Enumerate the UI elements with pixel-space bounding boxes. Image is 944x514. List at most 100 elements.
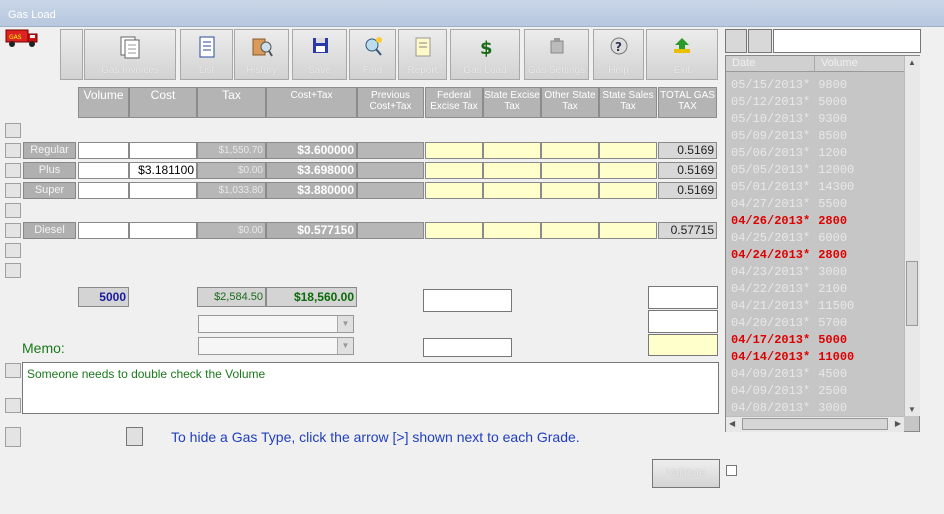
list-nav-button[interactable]	[725, 29, 747, 53]
row-selector[interactable]	[5, 183, 21, 198]
gas-settings-button[interactable]: Gas Settings	[524, 29, 589, 80]
list-item[interactable]: 04/09/2013* 4500	[731, 366, 847, 383]
scroll-up-icon[interactable]: ▲	[908, 58, 916, 67]
list-item[interactable]: 05/06/2013* 1200	[731, 145, 847, 162]
history-list[interactable]: Date Volume 05/15/2013* 9800 05/12/2013* 50…	[725, 55, 920, 432]
scroll-thumb[interactable]	[906, 261, 918, 326]
account-dropdown[interactable]: ▼	[198, 337, 354, 355]
regular-volume-input[interactable]	[78, 142, 129, 159]
memo-selector-2[interactable]	[5, 398, 21, 413]
row-selector[interactable]	[5, 163, 21, 178]
report-button[interactable]: Report	[398, 29, 447, 80]
super-cost-input[interactable]	[129, 182, 197, 199]
exit-icon	[674, 38, 690, 53]
grade-regular-label[interactable]: Regular	[23, 142, 76, 159]
list-item[interactable]: 04/17/2013* 5000	[731, 332, 847, 349]
regular-state-excise[interactable]	[483, 142, 541, 159]
toolbar-small-button[interactable]	[60, 29, 83, 80]
validate-checkbox[interactable]	[726, 465, 737, 476]
list-header-volume[interactable]: Volume	[814, 56, 904, 72]
list-item[interactable]: 05/15/2013* 9800	[731, 77, 847, 94]
super-other-state[interactable]	[541, 182, 599, 199]
memo-selector[interactable]	[5, 363, 21, 378]
find-button[interactable]: Find	[349, 29, 396, 80]
list-item[interactable]: 04/23/2013* 3000	[731, 264, 847, 281]
diesel-state-excise[interactable]	[483, 222, 541, 239]
gas-invoices-button[interactable]: Gas Invoices	[84, 29, 176, 80]
grade-super-label[interactable]: Super	[23, 182, 76, 199]
list-item[interactable]: 04/26/2013* 2800	[731, 213, 847, 230]
list-item[interactable]: 05/12/2013* 5000	[731, 94, 847, 111]
h-scroll-thumb[interactable]	[742, 418, 888, 430]
list-item[interactable]: 04/20/2013* 5700	[731, 315, 847, 332]
chevron-down-icon: ▼	[337, 338, 353, 354]
regular-federal[interactable]	[425, 142, 483, 159]
scroll-left-icon[interactable]: ◀	[729, 419, 735, 428]
row-selector[interactable]	[5, 143, 21, 158]
history-button[interactable]: History	[234, 29, 289, 80]
gas-settings-label: Gas Settings	[527, 65, 586, 76]
scroll-right-icon[interactable]: ▶	[895, 419, 901, 428]
list-item[interactable]: 04/08/2013* 3000	[731, 400, 847, 417]
grade-plus-label[interactable]: Plus	[23, 162, 76, 179]
regular-other-state[interactable]	[541, 142, 599, 159]
list-item[interactable]: 04/22/2013* 2100	[731, 281, 847, 298]
exit-button[interactable]: Exit	[646, 29, 718, 80]
list-item[interactable]: 05/09/2013* 8500	[731, 128, 847, 145]
list-header-date[interactable]: Date	[726, 56, 814, 72]
list-search-input[interactable]	[773, 29, 921, 53]
save-button[interactable]: Save	[292, 29, 347, 80]
plus-other-state[interactable]	[541, 162, 599, 179]
regular-state-sales[interactable]	[599, 142, 657, 159]
total-field-mid[interactable]	[423, 289, 512, 312]
row-selector[interactable]	[5, 243, 21, 258]
row-selector[interactable]	[5, 223, 21, 238]
diesel-federal[interactable]	[425, 222, 483, 239]
scroll-down-icon[interactable]: ▼	[908, 405, 916, 414]
hide-toggle-left[interactable]	[5, 427, 21, 447]
arrow-button[interactable]	[126, 427, 143, 446]
grade-diesel-label[interactable]: Diesel	[23, 222, 76, 239]
list-nav-button-2[interactable]	[748, 29, 772, 53]
total-field-right-1[interactable]	[648, 286, 718, 309]
super-volume-input[interactable]	[78, 182, 129, 199]
diesel-state-sales[interactable]	[599, 222, 657, 239]
plus-federal[interactable]	[425, 162, 483, 179]
plus-volume-input[interactable]	[78, 162, 129, 179]
vendor-dropdown[interactable]: ▼	[198, 315, 354, 333]
list-item[interactable]: 05/05/2013* 12000	[731, 162, 854, 179]
diesel-cost-input[interactable]	[129, 222, 197, 239]
history-horizontal-scrollbar[interactable]: ◀ ▶	[726, 416, 904, 432]
list-item[interactable]: 04/24/2013* 2800	[731, 247, 847, 264]
plus-cost-input[interactable]: $3.181100	[129, 162, 197, 179]
list-item[interactable]: 04/14/2013* 11000	[731, 349, 854, 366]
total-field-right-3[interactable]	[648, 334, 718, 356]
list-item[interactable]: 04/09/2013* 2500	[731, 383, 847, 400]
total-field-mid-2[interactable]	[423, 338, 512, 357]
gas-load-button[interactable]: $ Gas Load	[450, 29, 520, 80]
svg-text:$: $	[480, 38, 493, 59]
total-field-right-2[interactable]	[648, 310, 718, 333]
help-button[interactable]: ? Help	[593, 29, 644, 80]
regular-cost-input[interactable]	[129, 142, 197, 159]
row-selector[interactable]	[5, 203, 21, 218]
plus-state-excise[interactable]	[483, 162, 541, 179]
list-button[interactable]: List	[180, 29, 233, 80]
super-federal[interactable]	[425, 182, 483, 199]
diesel-other-state[interactable]	[541, 222, 599, 239]
plus-state-sales[interactable]	[599, 162, 657, 179]
super-state-sales[interactable]	[599, 182, 657, 199]
row-selector[interactable]	[5, 123, 21, 138]
validate-button[interactable]: Validate	[652, 459, 720, 488]
memo-textarea[interactable]: Someone needs to double check the Volume	[22, 362, 719, 414]
list-item[interactable]: 04/25/2013* 6000	[731, 230, 847, 247]
diesel-volume-input[interactable]	[78, 222, 129, 239]
history-vertical-scrollbar[interactable]: ▲ ▼	[904, 56, 920, 416]
list-item[interactable]: 05/01/2013* 14300	[731, 179, 854, 196]
list-item[interactable]: 04/21/2013* 11500	[731, 298, 854, 315]
row-selector[interactable]	[5, 263, 21, 278]
super-state-excise[interactable]	[483, 182, 541, 199]
list-item[interactable]: 05/10/2013* 9300	[731, 111, 847, 128]
list-item[interactable]: 04/27/2013* 5500	[731, 196, 847, 213]
list-item-volume: 5000	[818, 95, 848, 109]
